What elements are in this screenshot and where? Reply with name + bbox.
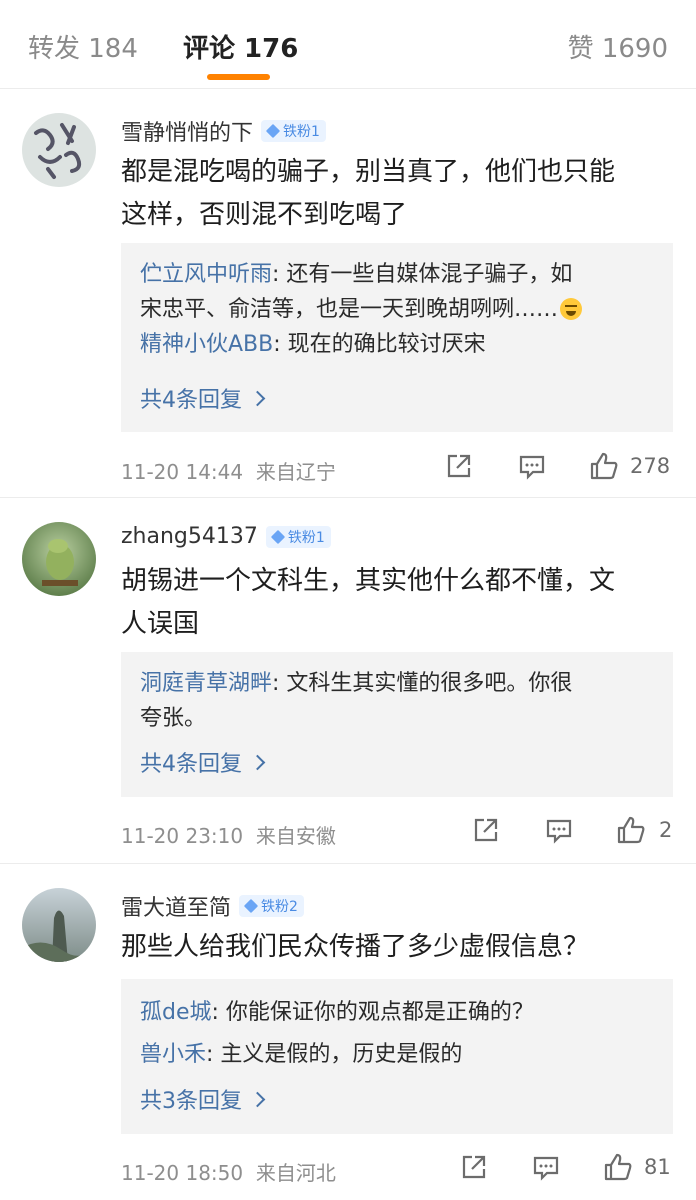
reply-item[interactable]: 伫立风中听雨: 还有一些自媒体混子骗子，如 宋忠平、俞洁等，也是一天到晚胡咧咧…… (140, 257, 651, 327)
like-button[interactable]: 278 (588, 450, 670, 482)
reply-author[interactable]: 孤de城 (140, 1000, 212, 1025)
reply-text: : 你能保证你的观点都是正确的？ (211, 1000, 534, 1025)
avatar[interactable] (22, 888, 96, 962)
like-count: 278 (630, 454, 671, 478)
comment-item: 雪静悄悄的下 铁粉1 都是混吃喝的骗子，别当真了，他们也只能 这样，否则混不到吃… (0, 89, 696, 498)
comment-meta: 11-20 18:50 来自河北 (121, 1157, 336, 1186)
fan-badge-label: 铁粉1 (283, 124, 320, 140)
reply-author[interactable]: 洞庭青草湖畔 (140, 671, 272, 696)
comment-location: 来自安徽 (255, 824, 336, 848)
diamond-icon (243, 898, 259, 914)
like-button[interactable]: 81 (602, 1151, 671, 1183)
more-replies-link[interactable]: 共3条回复 (140, 1083, 266, 1115)
comment-icon (533, 1156, 559, 1181)
tab-likes[interactable]: 赞 1690 (568, 28, 668, 65)
reply-text: 夸张。 (140, 706, 207, 731)
comment-icon (519, 455, 545, 480)
comment-text-line: 那些人给我们民众传播了多少虚假信息？ (121, 932, 590, 962)
username-text[interactable]: 雷大道至简 (121, 890, 231, 922)
avatar[interactable] (22, 522, 96, 596)
username-text[interactable]: zhang54137 (121, 524, 258, 549)
comment-button[interactable] (518, 452, 546, 480)
fan-badge-label: 铁粉2 (261, 899, 298, 915)
comment-meta: 11-20 14:44 来自辽宁 (121, 456, 336, 485)
comment-text-line: 这样，否则混不到吃喝了 (121, 200, 408, 230)
more-replies-link[interactable]: 共4条回复 (140, 746, 266, 778)
reply-item[interactable]: 孤de城: 你能保证你的观点都是正确的？ (140, 995, 651, 1030)
tab-reposts[interactable]: 转发 184 (28, 28, 138, 65)
reply-text: 宋忠平、俞洁等，也是一天到晚胡咧咧…… (140, 297, 559, 322)
more-replies-label[interactable]: 共3条回复 (140, 1083, 242, 1115)
comment-button[interactable] (545, 816, 573, 844)
reply-text: : 现在的确比较讨厌宋 (273, 332, 486, 357)
share-icon (447, 454, 471, 478)
replies-box: 洞庭青草湖畔: 文科生其实懂的很多吧。你很 夸张。 共4条回复 (121, 652, 673, 797)
more-replies-label[interactable]: 共4条回复 (140, 746, 242, 778)
username[interactable]: 雷大道至简 铁粉2 (121, 890, 304, 922)
comment-text-line: 都是混吃喝的骗子，别当真了，他们也只能 (121, 157, 616, 187)
comment-text-line: 人误国 (121, 609, 200, 639)
comment-item: zhang54137 铁粉1 胡锡进一个文科生，其实他什么都不懂，文 人误国 洞… (0, 498, 696, 864)
diamond-icon (265, 123, 281, 139)
reply-item[interactable]: 洞庭青草湖畔: 文科生其实懂的很多吧。你很 夸张。 (140, 666, 651, 736)
replies-box: 孤de城: 你能保证你的观点都是正确的？ 兽小禾: 主义是假的，历史是假的 共3… (121, 979, 673, 1134)
comment-meta: 11-20 23:10 来自安徽 (121, 820, 336, 849)
comment-time: 11-20 18:50 (121, 1161, 244, 1185)
tab-comments[interactable]: 评论 176 (183, 28, 298, 65)
chevron-right-icon (249, 754, 266, 770)
reply-text: : 文科生其实懂的很多吧。你很 (272, 671, 573, 696)
username[interactable]: zhang54137 铁粉1 (121, 524, 331, 549)
replies-box: 伫立风中听雨: 还有一些自媒体混子骗子，如 宋忠平、俞洁等，也是一天到晚胡咧咧…… (121, 243, 673, 432)
reply-item[interactable]: 兽小禾: 主义是假的，历史是假的 (140, 1037, 651, 1072)
fan-badge-label: 铁粉1 (287, 529, 325, 546)
chevron-right-icon (249, 390, 266, 406)
comment-location: 来自河北 (255, 1161, 336, 1185)
share-icon (474, 818, 498, 842)
fan-badge: 铁粉1 (265, 525, 331, 548)
more-replies-link[interactable]: 共4条回复 (140, 382, 266, 414)
comment-tabs: 转发 184 评论 176 赞 1690 (0, 0, 696, 89)
comment-text: 胡锡进一个文科生，其实他什么都不懂，文 人误国 (121, 560, 672, 646)
share-button[interactable] (445, 452, 473, 480)
more-replies-label[interactable]: 共4条回复 (140, 382, 242, 414)
comment-text-line: 胡锡进一个文科生，其实他什么都不懂，文 (121, 566, 616, 596)
share-button[interactable] (460, 1153, 488, 1181)
fan-badge: 铁粉2 (239, 895, 304, 917)
chevron-right-icon (249, 1091, 266, 1107)
comment-text: 那些人给我们民众传播了多少虚假信息？ (121, 926, 672, 969)
like-button[interactable]: 2 (615, 814, 672, 846)
thumbs-up-icon (590, 452, 618, 480)
share-button[interactable] (472, 816, 500, 844)
comment-time: 11-20 23:10 (121, 824, 244, 848)
active-tab-indicator (207, 74, 270, 80)
reply-author[interactable]: 兽小禾 (140, 1042, 206, 1067)
thumbs-up-icon (604, 1153, 632, 1181)
fan-badge: 铁粉1 (261, 120, 326, 142)
reply-author[interactable]: 精神小伙ABB (140, 332, 273, 357)
username-text[interactable]: 雪静悄悄的下 (121, 115, 253, 147)
reply-item[interactable]: 精神小伙ABB: 现在的确比较讨厌宋 (140, 327, 651, 362)
reply-author[interactable]: 伫立风中听雨 (140, 262, 272, 287)
comment-icon (546, 819, 572, 844)
avatar[interactable] (22, 113, 96, 187)
diamond-icon (270, 529, 285, 544)
comment-button[interactable] (532, 1153, 560, 1181)
reply-text: : 还有一些自媒体混子骗子，如 (272, 262, 573, 287)
comment-time: 11-20 14:44 (121, 460, 244, 484)
reply-text: : 主义是假的，历史是假的 (206, 1042, 463, 1067)
laugh-cry-emoji-icon (560, 298, 583, 320)
thumbs-up-icon (617, 816, 645, 844)
username[interactable]: 雪静悄悄的下 铁粉1 (121, 115, 326, 147)
comment-item: 雷大道至简 铁粉2 那些人给我们民众传播了多少虚假信息？ 孤de城: 你能保证你… (0, 864, 696, 1200)
like-count: 81 (644, 1155, 671, 1179)
comment-text: 都是混吃喝的骗子，别当真了，他们也只能 这样，否则混不到吃喝了 (121, 151, 672, 237)
like-count: 2 (659, 818, 673, 842)
comment-location: 来自辽宁 (255, 460, 336, 484)
share-icon (462, 1155, 486, 1179)
